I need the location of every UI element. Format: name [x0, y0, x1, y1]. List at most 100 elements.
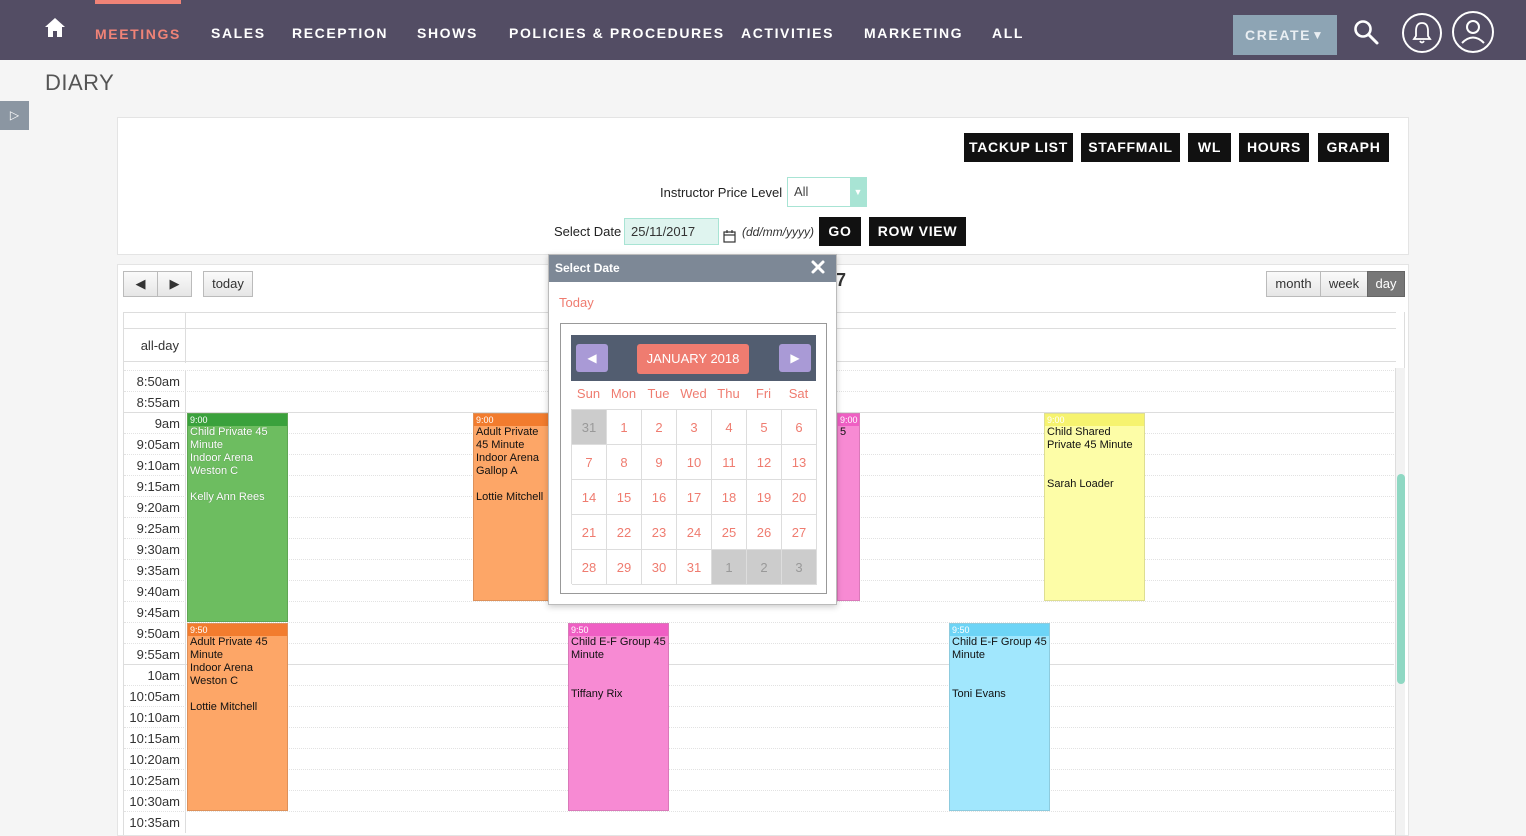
- sidebar-toggle-button[interactable]: ▷: [0, 101, 29, 130]
- calendar-scrollbar[interactable]: [1395, 368, 1405, 835]
- nav-shows[interactable]: SHOWS: [417, 0, 478, 60]
- time-slot[interactable]: 9:50am: [124, 622, 1394, 644]
- nav-reception[interactable]: RECEPTION: [292, 0, 388, 60]
- select-date-input[interactable]: 25/11/2017: [624, 218, 719, 245]
- date-picker-day[interactable]: 18: [712, 480, 747, 515]
- row-view-button[interactable]: ROW VIEW: [869, 217, 966, 246]
- date-picker-day-outside-month[interactable]: 2: [747, 550, 782, 585]
- time-slot[interactable]: 10:05am: [124, 685, 1394, 707]
- date-picker-day[interactable]: 25: [712, 515, 747, 550]
- next-month-icon[interactable]: ▶: [779, 344, 811, 372]
- date-picker-day[interactable]: 6: [782, 410, 817, 445]
- search-icon[interactable]: [1352, 18, 1380, 46]
- date-picker-day[interactable]: 30: [642, 550, 677, 585]
- event-title: 5: [840, 426, 847, 438]
- date-picker-day[interactable]: 2: [642, 410, 677, 445]
- time-slot[interactable]: 10:30am: [124, 790, 1394, 812]
- prev-day-button[interactable]: ◀: [123, 271, 158, 297]
- date-picker-day[interactable]: 22: [607, 515, 642, 550]
- tackup-list-button[interactable]: TACKUP LIST: [964, 133, 1073, 162]
- time-label: 10am: [124, 665, 186, 686]
- month-view-button[interactable]: month: [1266, 271, 1321, 297]
- bell-icon[interactable]: [1401, 12, 1443, 54]
- day-view-button[interactable]: day: [1367, 271, 1405, 297]
- date-picker-day[interactable]: 11: [712, 445, 747, 480]
- date-picker-day[interactable]: 29: [607, 550, 642, 585]
- date-picker-day[interactable]: 24: [677, 515, 712, 550]
- create-button[interactable]: CREATE ▼: [1233, 15, 1337, 55]
- date-picker-day[interactable]: 27: [782, 515, 817, 550]
- nav-sales[interactable]: SALES: [211, 0, 266, 60]
- date-picker-day[interactable]: 19: [747, 480, 782, 515]
- user-icon[interactable]: [1451, 10, 1495, 54]
- date-picker-day[interactable]: 13: [782, 445, 817, 480]
- date-picker-day-outside-month[interactable]: 3: [782, 550, 817, 585]
- nav-activities[interactable]: ACTIVITIES: [741, 0, 834, 60]
- date-picker-popup: Select Date Today ◀ JANUARY 2018 ▶ Sun Mo…: [548, 254, 837, 605]
- date-picker-day[interactable]: 8: [607, 445, 642, 480]
- date-picker-day[interactable]: 5: [747, 410, 782, 445]
- close-icon[interactable]: [810, 259, 826, 275]
- time-label: 10:10am: [124, 707, 186, 728]
- nav-marketing[interactable]: MARKETING: [864, 0, 963, 60]
- weekday-header: Wed: [680, 386, 707, 401]
- select-date-label: Select Date: [554, 224, 622, 239]
- date-picker-day[interactable]: 20: [782, 480, 817, 515]
- date-picker-day[interactable]: 4: [712, 410, 747, 445]
- event-rider: Toni Evans: [952, 688, 1006, 700]
- go-button[interactable]: GO: [819, 217, 861, 246]
- date-picker-day[interactable]: 7: [572, 445, 607, 480]
- date-picker-day[interactable]: 12: [747, 445, 782, 480]
- scrollbar-thumb[interactable]: [1397, 474, 1405, 684]
- date-picker-day[interactable]: 31: [677, 550, 712, 585]
- time-slot[interactable]: 10:15am: [124, 727, 1394, 749]
- calendar-event[interactable]: 9:50 Adult Private 45 Minute Indoor Aren…: [187, 623, 288, 811]
- calendar-event[interactable]: 9:50 Child E-F Group 45 Minute Tiffany R…: [568, 623, 669, 811]
- date-picker-day[interactable]: 3: [677, 410, 712, 445]
- date-picker-day[interactable]: 21: [572, 515, 607, 550]
- time-slot[interactable]: 9:55am: [124, 643, 1394, 665]
- time-slot[interactable]: 10:10am: [124, 706, 1394, 728]
- date-picker-day[interactable]: 1: [607, 410, 642, 445]
- calendar-event[interactable]: 9:00 Child Shared Private 45 Minute Sara…: [1044, 413, 1145, 601]
- date-picker-day-outside-month[interactable]: 1: [712, 550, 747, 585]
- time-slot[interactable]: 10am: [124, 664, 1394, 686]
- instructor-price-level-select[interactable]: All ▼: [787, 177, 867, 207]
- date-picker-day[interactable]: 17: [677, 480, 712, 515]
- date-picker-day[interactable]: 15: [607, 480, 642, 515]
- event-title: Child E-F Group 45 Minute: [952, 636, 1047, 661]
- prev-month-icon[interactable]: ◀: [576, 344, 608, 372]
- time-slot[interactable]: 10:35am: [124, 811, 1394, 833]
- chevron-down-icon: ▼: [1311, 28, 1325, 42]
- date-picker-day-outside-month[interactable]: 31: [572, 410, 607, 445]
- date-picker-today-link[interactable]: Today: [559, 295, 594, 310]
- date-picker-day[interactable]: 10: [677, 445, 712, 480]
- calendar-event[interactable]: 9:00 Child Private 45 Minute Indoor Aren…: [187, 413, 288, 622]
- today-button[interactable]: today: [203, 271, 253, 297]
- wl-button[interactable]: WL: [1188, 133, 1231, 162]
- hours-button[interactable]: HOURS: [1239, 133, 1309, 162]
- next-day-button[interactable]: ▶: [157, 271, 192, 297]
- staffmail-button[interactable]: STAFFMAIL: [1081, 133, 1180, 162]
- calendar-icon[interactable]: [723, 230, 736, 243]
- event-title: Child E-F Group 45 Minute: [571, 636, 666, 661]
- calendar-event[interactable]: 9:00 5: [837, 413, 860, 601]
- date-picker-day[interactable]: 9: [642, 445, 677, 480]
- event-location: Indoor Arena: [190, 452, 253, 464]
- time-slot[interactable]: 10:25am: [124, 769, 1394, 791]
- nav-all[interactable]: ALL: [992, 0, 1024, 60]
- week-view-button[interactable]: week: [1320, 271, 1368, 297]
- date-picker-day[interactable]: 23: [642, 515, 677, 550]
- date-picker-day[interactable]: 14: [572, 480, 607, 515]
- home-icon[interactable]: [44, 16, 66, 40]
- nav-meetings[interactable]: MEETINGS: [95, 0, 181, 60]
- graph-button[interactable]: GRAPH: [1318, 133, 1389, 162]
- date-picker-day[interactable]: 16: [642, 480, 677, 515]
- date-picker-day[interactable]: 26: [747, 515, 782, 550]
- calendar-event[interactable]: 9:50 Child E-F Group 45 Minute Toni Evan…: [949, 623, 1050, 811]
- calendar-event[interactable]: 9:00 Adult Private 45 Minute Indoor Aren…: [473, 413, 551, 601]
- nav-policies-procedures[interactable]: POLICIES & PROCEDURES: [509, 0, 725, 60]
- month-year-label[interactable]: JANUARY 2018: [637, 344, 749, 374]
- date-picker-day[interactable]: 28: [572, 550, 607, 585]
- time-slot[interactable]: 10:20am: [124, 748, 1394, 770]
